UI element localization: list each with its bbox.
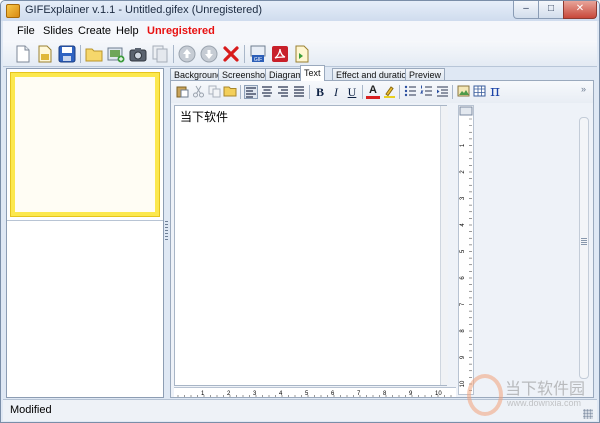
- ruler-label: 4: [460, 223, 466, 227]
- ruler-margin-marker[interactable]: [459, 106, 473, 116]
- ruler-label: 3: [460, 196, 466, 200]
- bullet-list-icon[interactable]: [403, 85, 417, 99]
- text-area-scrollbar[interactable]: [440, 106, 448, 385]
- panel-divider: [7, 220, 163, 221]
- ruler-label: 8: [460, 329, 466, 333]
- menu-slides[interactable]: Slides: [43, 25, 73, 37]
- ruler-label: 4: [279, 391, 283, 397]
- app-window: GIFExplainer v.1.1 - Untitled.gifex (Unr…: [0, 0, 600, 423]
- copy-slide-icon[interactable]: [150, 44, 170, 64]
- align-right-icon[interactable]: [276, 85, 290, 99]
- align-left-icon[interactable]: [244, 85, 258, 99]
- scrollbar-grip[interactable]: [581, 238, 587, 246]
- ruler-label: 9: [409, 391, 413, 397]
- ruler-label: 3: [253, 391, 257, 397]
- ruler-label: 6: [460, 276, 466, 280]
- folder-icon[interactable]: [84, 44, 104, 64]
- slide-thumbnail[interactable]: [10, 72, 160, 217]
- watermark-logo-icon: [467, 374, 503, 416]
- delete-icon[interactable]: [221, 44, 241, 64]
- close-button[interactable]: ✕: [563, 1, 597, 19]
- ruler-label: 2: [227, 391, 231, 397]
- ruler-label: 1: [201, 391, 205, 397]
- ruler-label: 6: [331, 391, 335, 397]
- window-title: GIFExplainer v.1.1 - Untitled.gifex (Unr…: [25, 4, 262, 16]
- app-logo-icon: [6, 4, 20, 18]
- ruler-label: 10: [460, 380, 466, 387]
- insert-symbol-button[interactable]: π: [488, 84, 502, 99]
- underline-button[interactable]: U: [345, 85, 359, 99]
- ruler-label: 5: [305, 391, 309, 397]
- text-edit-area[interactable]: 当下软件: [174, 105, 448, 386]
- open-file-icon[interactable]: [35, 44, 55, 64]
- paste-icon[interactable]: [175, 85, 189, 99]
- numbered-list-icon[interactable]: [419, 85, 433, 99]
- ruler-label: 5: [460, 249, 466, 253]
- status-text: Modified: [10, 404, 52, 416]
- new-file-icon[interactable]: [13, 44, 33, 64]
- highlight-icon[interactable]: [382, 85, 396, 99]
- ruler-label: 7: [357, 391, 361, 397]
- title-bar: GIFExplainer v.1.1 - Untitled.gifex (Unr…: [1, 1, 599, 21]
- watermark: 当下软件园 www.downxia.com: [467, 374, 597, 418]
- cut-icon[interactable]: [191, 85, 205, 99]
- main-toolbar: GIF: [3, 41, 597, 67]
- ruler-label: 9: [460, 355, 466, 359]
- editor-vertical-scrollbar[interactable]: [579, 117, 589, 379]
- open-folder-icon[interactable]: [223, 85, 237, 99]
- maximize-button[interactable]: □: [538, 1, 564, 19]
- indent-icon[interactable]: [435, 85, 449, 99]
- horizontal-ruler: 1 2 3 4 5 6 7 8 9 10: [174, 387, 456, 397]
- text-editor-pane: B I U A π » 当下软件 1 2 3 4 5 6 7 8 9 10 1 …: [170, 80, 594, 398]
- menu-create[interactable]: Create: [78, 25, 111, 37]
- insert-table-icon[interactable]: [472, 85, 486, 99]
- menu-bar: File Slides Create Help Unregistered: [3, 21, 597, 41]
- toolbar-overflow-icon[interactable]: »: [581, 84, 586, 94]
- ruler-label: 10: [435, 391, 442, 397]
- minimize-button[interactable]: –: [513, 1, 539, 19]
- save-icon[interactable]: [57, 44, 77, 64]
- watermark-url: www.downxia.com: [507, 398, 582, 408]
- font-color-button[interactable]: A: [366, 85, 380, 99]
- align-justify-icon[interactable]: [292, 85, 306, 99]
- menu-file[interactable]: File: [17, 25, 35, 37]
- svg-text:GIF: GIF: [254, 57, 262, 63]
- insert-image-icon[interactable]: [456, 85, 470, 99]
- align-center-icon[interactable]: [260, 85, 274, 99]
- ruler-label: 2: [460, 170, 466, 174]
- menu-unregistered[interactable]: Unregistered: [147, 25, 215, 37]
- copy-icon[interactable]: [207, 85, 221, 99]
- splitter-handle[interactable]: [165, 221, 168, 241]
- slide-list-panel[interactable]: [6, 68, 164, 398]
- camera-icon[interactable]: [128, 44, 148, 64]
- vertical-ruler: 1 2 3 4 5 6 7 8 9 10: [458, 105, 474, 395]
- export-icon[interactable]: [292, 44, 312, 64]
- tab-text[interactable]: Text: [300, 65, 325, 81]
- format-toolbar: B I U A π »: [171, 81, 593, 103]
- menu-help[interactable]: Help: [116, 25, 139, 37]
- ruler-label: 1: [460, 143, 466, 147]
- italic-button[interactable]: I: [329, 85, 343, 99]
- bold-button[interactable]: B: [313, 85, 327, 99]
- ruler-label: 7: [460, 302, 466, 306]
- gif-export-icon[interactable]: GIF: [248, 44, 268, 64]
- document-text: 当下软件: [180, 110, 229, 124]
- ruler-label: 8: [383, 391, 387, 397]
- move-down-icon[interactable]: [199, 44, 219, 64]
- pdf-export-icon[interactable]: [270, 44, 290, 64]
- add-image-icon[interactable]: [106, 44, 126, 64]
- move-up-icon[interactable]: [177, 44, 197, 64]
- watermark-text: 当下软件园: [505, 379, 586, 398]
